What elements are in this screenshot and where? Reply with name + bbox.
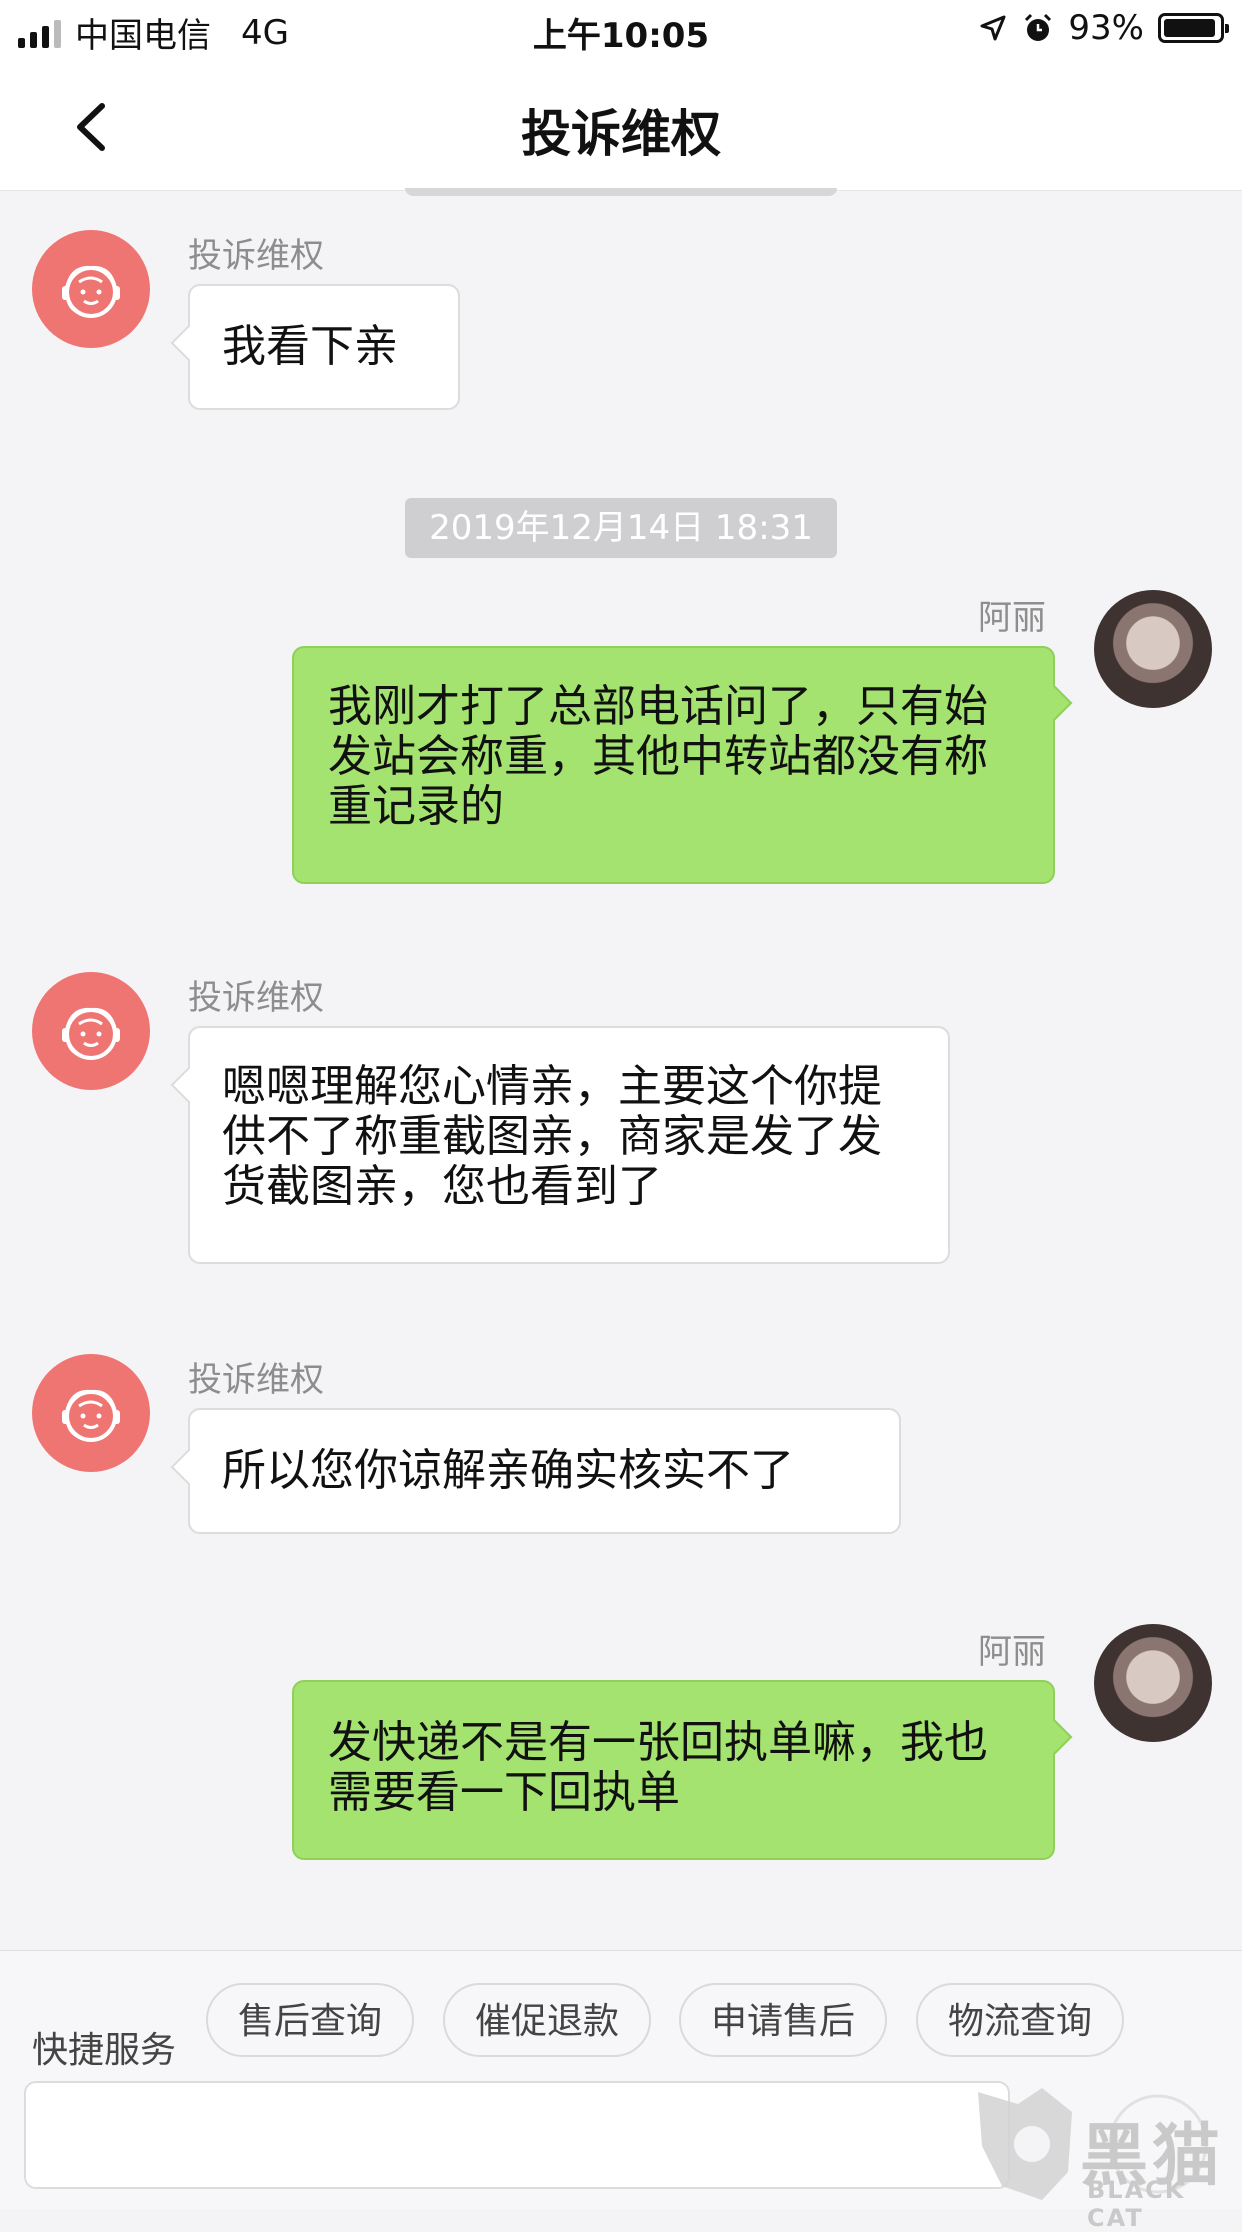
message-text: 所以您你谅解亲确实核实不了 <box>222 1445 794 1496</box>
battery-icon <box>1158 13 1229 43</box>
message-text: 我刚才打了总部电话问了，只有始发站会称重，其他中转站都没有称重记录的 <box>328 681 988 832</box>
watermark-subtext: BLACK CAT <box>1087 2176 1186 2232</box>
chip-after-sales-query[interactable]: 售后查询 <box>206 1983 414 2057</box>
headset-agent-icon <box>62 1007 120 1060</box>
message-text: 嗯嗯理解您心情亲，主要这个你提供不了称重截图亲，商家是发了发货截图亲，您也看到了 <box>222 1061 882 1212</box>
headset-agent-icon <box>62 1389 120 1442</box>
message-text: 我看下亲 <box>222 321 398 372</box>
sender-name: 阿丽 <box>978 1632 1046 1672</box>
chip-request-after-sales[interactable]: 申请售后 <box>679 1983 887 2057</box>
chip-logistics-query[interactable]: 物流查询 <box>916 1983 1124 2057</box>
message-input[interactable] <box>24 2081 1010 2189</box>
sender-name: 阿丽 <box>978 598 1046 638</box>
chip-urge-refund[interactable]: 催促退款 <box>443 1983 651 2057</box>
message-bubble-incoming[interactable]: 嗯嗯理解您心情亲，主要这个你提供不了称重截图亲，商家是发了发货截图亲，您也看到了 <box>188 1026 950 1264</box>
status-bar: 中国电信 4G 上午10:05 93% <box>0 0 1242 62</box>
sender-name: 投诉维权 <box>188 1360 324 1400</box>
nav-bar: 投诉维权 <box>0 62 1242 191</box>
cs-avatar[interactable] <box>32 972 150 1090</box>
battery-percent: 93% <box>1068 8 1144 48</box>
timestamp-remnant <box>405 188 837 196</box>
message-bubble-outgoing[interactable]: 我刚才打了总部电话问了，只有始发站会称重，其他中转站都没有称重记录的 <box>292 646 1055 884</box>
location-arrow-icon <box>980 15 1006 41</box>
sender-name: 投诉维权 <box>188 978 324 1018</box>
message-bubble-incoming[interactable]: 所以您你谅解亲确实核实不了 <box>188 1408 901 1534</box>
quick-service-label: 快捷服务 <box>32 2030 177 2071</box>
cs-avatar[interactable] <box>32 230 150 348</box>
page-title: 投诉维权 <box>521 105 721 163</box>
timestamp-badge: 2019年12月14日 18:31 <box>405 498 837 558</box>
user-avatar[interactable] <box>1094 590 1212 708</box>
message-text: 发快递不是有一张回执单嘛，我也需要看一下回执单 <box>328 1717 988 1818</box>
headset-agent-icon <box>62 265 120 318</box>
message-bubble-incoming[interactable]: 我看下亲 <box>188 284 460 410</box>
message-bubble-outgoing[interactable]: 发快递不是有一张回执单嘛，我也需要看一下回执单 <box>292 1680 1055 1860</box>
status-right: 93% <box>978 8 1229 48</box>
user-avatar[interactable] <box>1094 1624 1212 1742</box>
sender-name: 投诉维权 <box>188 236 324 276</box>
cs-avatar[interactable] <box>32 1354 150 1472</box>
alarm-icon <box>1025 13 1052 41</box>
